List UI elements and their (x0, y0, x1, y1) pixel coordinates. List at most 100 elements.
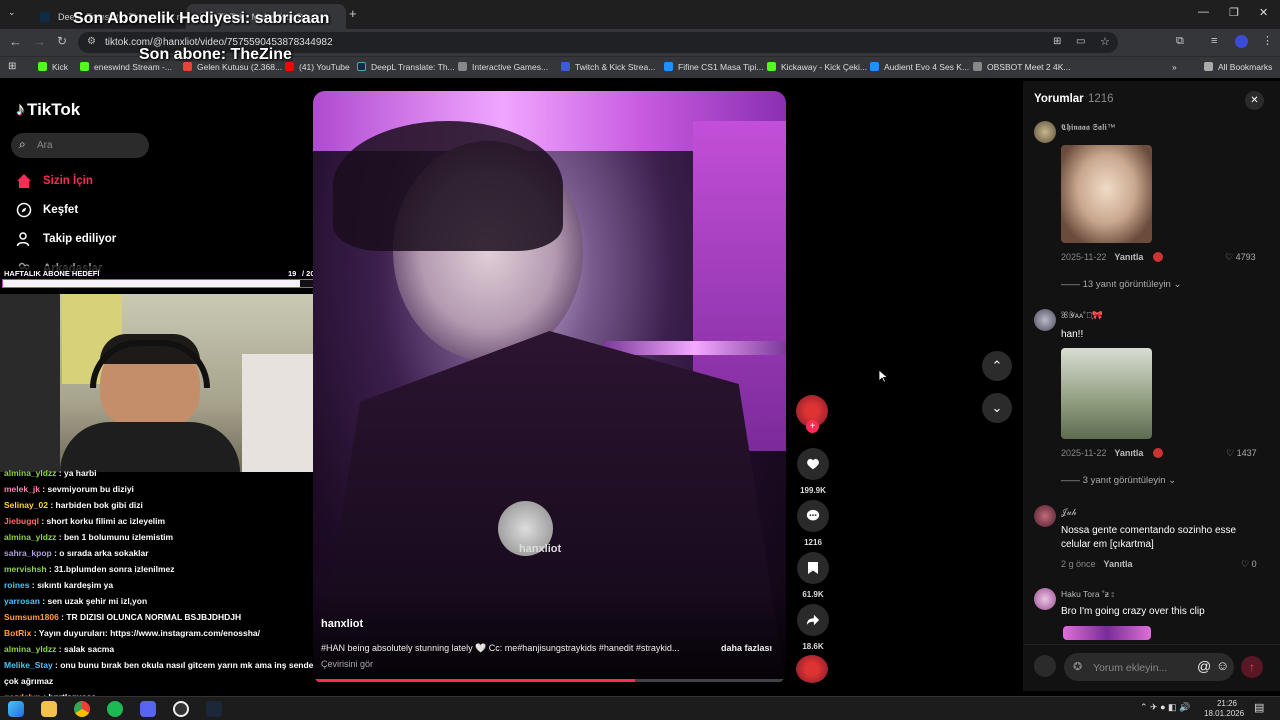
reply-link[interactable]: Yanıtla (1114, 448, 1143, 458)
sticker-icon[interactable]: ✪ (1073, 660, 1082, 673)
all-bookmarks[interactable]: All Bookmarks (1204, 62, 1272, 72)
chrome-icon[interactable] (74, 701, 90, 717)
menu-icon[interactable]: ⋮ (1262, 34, 1273, 47)
chat-username[interactable]: roines (4, 580, 30, 590)
comment-like[interactable]: ♡ 4793 (1225, 252, 1256, 263)
more-link[interactable]: daha fazlası (721, 643, 772, 653)
avatar[interactable] (1034, 121, 1056, 143)
spotify-icon[interactable] (107, 701, 123, 717)
emoji-icon[interactable]: ☺ (1216, 658, 1229, 673)
discord-icon[interactable] (140, 701, 156, 717)
chat-username[interactable]: Melike_Stay (4, 660, 53, 670)
author-avatar[interactable]: + (796, 395, 828, 433)
bookmark-interactive-games[interactable]: Interactive Games... (458, 62, 548, 72)
new-tab-button[interactable]: + (349, 6, 357, 21)
avatar[interactable] (1034, 505, 1056, 527)
tiktok-logo[interactable]: ♪ TikTok (16, 99, 80, 120)
comment-author[interactable]: Haku Tora ˚ƶ ⦂ (1061, 589, 1114, 600)
chat-username[interactable]: Jiebugql (4, 516, 39, 526)
share-button[interactable]: 18.6K (797, 604, 829, 651)
comment-sticker-image[interactable] (1063, 626, 1151, 640)
steam-icon[interactable] (206, 701, 222, 717)
nav-takip-ediliyor[interactable]: Takip ediliyor (16, 231, 116, 247)
bookmark-fifine[interactable]: Fifine CS1 Masa Tipi... (664, 62, 764, 72)
back-icon[interactable]: ← (9, 34, 22, 49)
chat-username[interactable]: sahra_kpop (4, 548, 52, 558)
bookmark-kick[interactable]: Kick (38, 62, 68, 72)
close-window-icon[interactable]: ✕ (1259, 6, 1268, 19)
windows-start-icon[interactable] (8, 701, 24, 717)
site-info-icon[interactable]: ⚙ (87, 36, 96, 47)
next-video-button[interactable]: ⌄ (982, 393, 1012, 423)
chat-text: : Yayın duyuruları: https://www.instagra… (31, 628, 260, 638)
file-explorer-icon[interactable] (41, 701, 57, 717)
comment-like[interactable]: ♡ 0 (1241, 559, 1257, 570)
chat-text: : ya harbi (56, 468, 97, 478)
translate-icon[interactable]: ⊞ (1053, 36, 1061, 47)
chat-username[interactable]: BotRix (4, 628, 31, 638)
avatar[interactable] (1034, 309, 1056, 331)
comment-author[interactable]: ꕤ𝒴ᴀᴀ˚‧͙🎀 (1061, 310, 1103, 321)
bookmark-kickaway[interactable]: Kickaway - Kick Çeki... (767, 62, 867, 72)
extensions-icon[interactable]: ⧉ (1176, 35, 1184, 48)
chat-username[interactable]: yarrosan (4, 596, 40, 606)
tab-search-icon[interactable]: ⌄ (8, 7, 16, 18)
chat-username[interactable]: almina_yldzz (4, 468, 56, 478)
bookmark-obsbot[interactable]: OBSBOT Meet 2 4K... (973, 62, 1070, 72)
view-replies[interactable]: —— 3 yanıt görüntüleyin ⌄ (1061, 475, 1176, 486)
system-tray-icons[interactable]: ⌃ ✈ ● ◧ 🔊 (1140, 702, 1190, 713)
video-progress-track[interactable] (313, 679, 786, 682)
chat-username[interactable]: Sumsum1806 (4, 612, 59, 622)
apps-grid-icon[interactable]: ⊞ (8, 61, 16, 72)
bookmark-youtube[interactable]: (41) YouTube (285, 62, 350, 72)
reply-link[interactable]: Yanıtla (1104, 559, 1133, 569)
cp-icon (561, 62, 570, 71)
minimize-icon[interactable]: — (1198, 6, 1209, 18)
profile-avatar[interactable] (1235, 35, 1248, 48)
comment-like[interactable]: ♡ 1437 (1226, 448, 1257, 459)
nav-kesfet[interactable]: Keşfet (16, 202, 78, 218)
search-input[interactable]: ⌕ Ara (11, 133, 149, 158)
video-author[interactable]: hanxliot (321, 618, 363, 630)
chat-username[interactable]: mervishsh (4, 564, 47, 574)
follow-plus-icon[interactable]: + (806, 420, 819, 433)
reload-icon[interactable]: ↻ (57, 34, 67, 48)
previous-video-button[interactable]: ⌃ (982, 351, 1012, 381)
obs-icon[interactable] (173, 701, 189, 717)
reply-link[interactable]: Yanıtla (1114, 252, 1143, 262)
send-button[interactable]: ↑ (1241, 656, 1263, 678)
comment-sticker-image[interactable] (1061, 348, 1152, 439)
bookmark-audient[interactable]: Audient Evo 4 Ses K... (870, 62, 969, 72)
cast-icon[interactable]: ▭ (1076, 36, 1085, 47)
clock-time[interactable]: 21:26 (1208, 699, 1246, 708)
comment-input[interactable]: ✪ Yorum ekleyin... @ ☺ (1064, 653, 1234, 681)
chat-username[interactable]: melek_jk (4, 484, 40, 494)
avatar[interactable] (1034, 588, 1056, 610)
like-button[interactable]: 199.9K (797, 448, 829, 495)
bookmarks-overflow-icon[interactable]: » (1172, 62, 1177, 72)
comment-author[interactable]: 𝕮𝖍𝖎𝖓𝖆𝖆𝖆 𝕾𝖆𝖑𝖎™ (1061, 122, 1115, 133)
comment-author[interactable]: 𝒥𝓊𝒽 (1061, 507, 1077, 518)
restore-icon[interactable]: ❐ (1229, 6, 1239, 19)
nav-sizin-icin[interactable]: Sizin İçin (16, 173, 93, 189)
translate-link[interactable]: Çevirisini gör (321, 659, 373, 669)
notification-icon[interactable]: ▤ (1254, 701, 1264, 714)
forward-icon[interactable]: → (33, 34, 46, 49)
mention-icon[interactable]: @ (1197, 658, 1211, 674)
chat-username[interactable]: almina_yldzz (4, 532, 56, 542)
view-replies[interactable]: —— 13 yanıt görüntüleyin ⌄ (1061, 279, 1181, 290)
comment-sticker-image[interactable] (1061, 145, 1152, 243)
clock-date[interactable]: 18.01.2026 (1204, 709, 1244, 718)
sound-disc[interactable] (796, 655, 828, 683)
chat-username[interactable]: Selinay_02 (4, 500, 48, 510)
chat-username[interactable]: almina_yldzz (4, 644, 56, 654)
media-icon[interactable]: ≡ (1211, 35, 1217, 47)
close-comments-icon[interactable]: ✕ (1245, 91, 1264, 110)
bookmark-deepl[interactable]: DeepL Translate: Th... (357, 62, 455, 72)
bookmark-twitch-kick[interactable]: Twitch & Kick Strea... (561, 62, 655, 72)
weekly-goal-fill (3, 280, 301, 287)
video-player[interactable]: hanxliot hanxliot #HAN being absolutely … (313, 91, 786, 684)
save-button[interactable]: 61.9K (797, 552, 829, 599)
comment-button[interactable]: 1216 (797, 500, 829, 547)
bookmark-star-icon[interactable]: ☆ (1100, 35, 1110, 48)
